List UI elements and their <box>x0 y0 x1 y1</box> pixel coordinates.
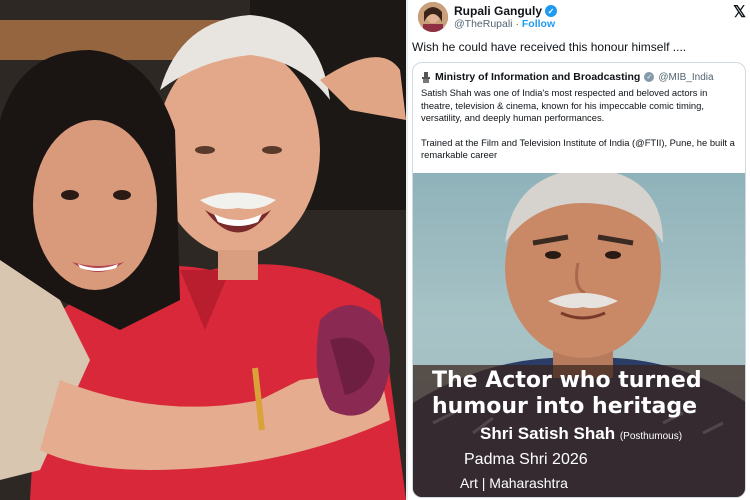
separator: · <box>515 18 519 30</box>
quote-body: Satish Shah was one of India's most resp… <box>421 87 739 174</box>
government-emblem-icon <box>422 71 430 83</box>
poster-headline: The Actor who turned humour into heritag… <box>432 368 702 419</box>
handle-row: @TheRupali · Follow <box>454 18 555 30</box>
author-name[interactable]: Rupali Ganguly <box>454 4 542 18</box>
photo-panel <box>0 0 406 500</box>
poster-posthumous: (Posthumous) <box>619 431 683 442</box>
author-handle[interactable]: @TheRupali <box>454 18 513 30</box>
poster-name: Shri Satish Shah (Posthumous) <box>480 424 682 444</box>
quote-handle[interactable]: @MIB_India <box>658 72 713 83</box>
verified-badge-icon: ✓ <box>545 5 558 17</box>
photo-image <box>0 0 406 500</box>
x-logo-icon[interactable]: 𝕏 <box>733 2 746 22</box>
poster-text-layer: The Actor who turned humour into heritag… <box>412 172 746 498</box>
avatar[interactable] <box>418 2 448 32</box>
quote-paragraph-1: Satish Shah was one of India's most resp… <box>421 87 708 124</box>
tweet-text: Wish he could have received this honour … <box>412 40 687 54</box>
quote-author[interactable]: Ministry of Information and Broadcasting <box>435 71 640 83</box>
poster-name-text: Shri Satish Shah <box>480 424 616 443</box>
tweet-author[interactable]: Rupali Ganguly ✓ <box>454 4 558 18</box>
quote-header: Ministry of Information and Broadcasting… <box>421 71 714 83</box>
poster-award: Padma Shri 2026 <box>464 451 588 468</box>
quote-paragraph-2: Trained at the Film and Television Insti… <box>421 136 735 161</box>
quote-verified-icon: ✓ <box>644 72 655 82</box>
follow-button[interactable]: Follow <box>522 18 555 30</box>
tweet-header: Rupali Ganguly ✓ @TheRupali · Follow 𝕏 <box>414 2 750 32</box>
poster-field: Art | Maharashtra <box>460 475 568 491</box>
